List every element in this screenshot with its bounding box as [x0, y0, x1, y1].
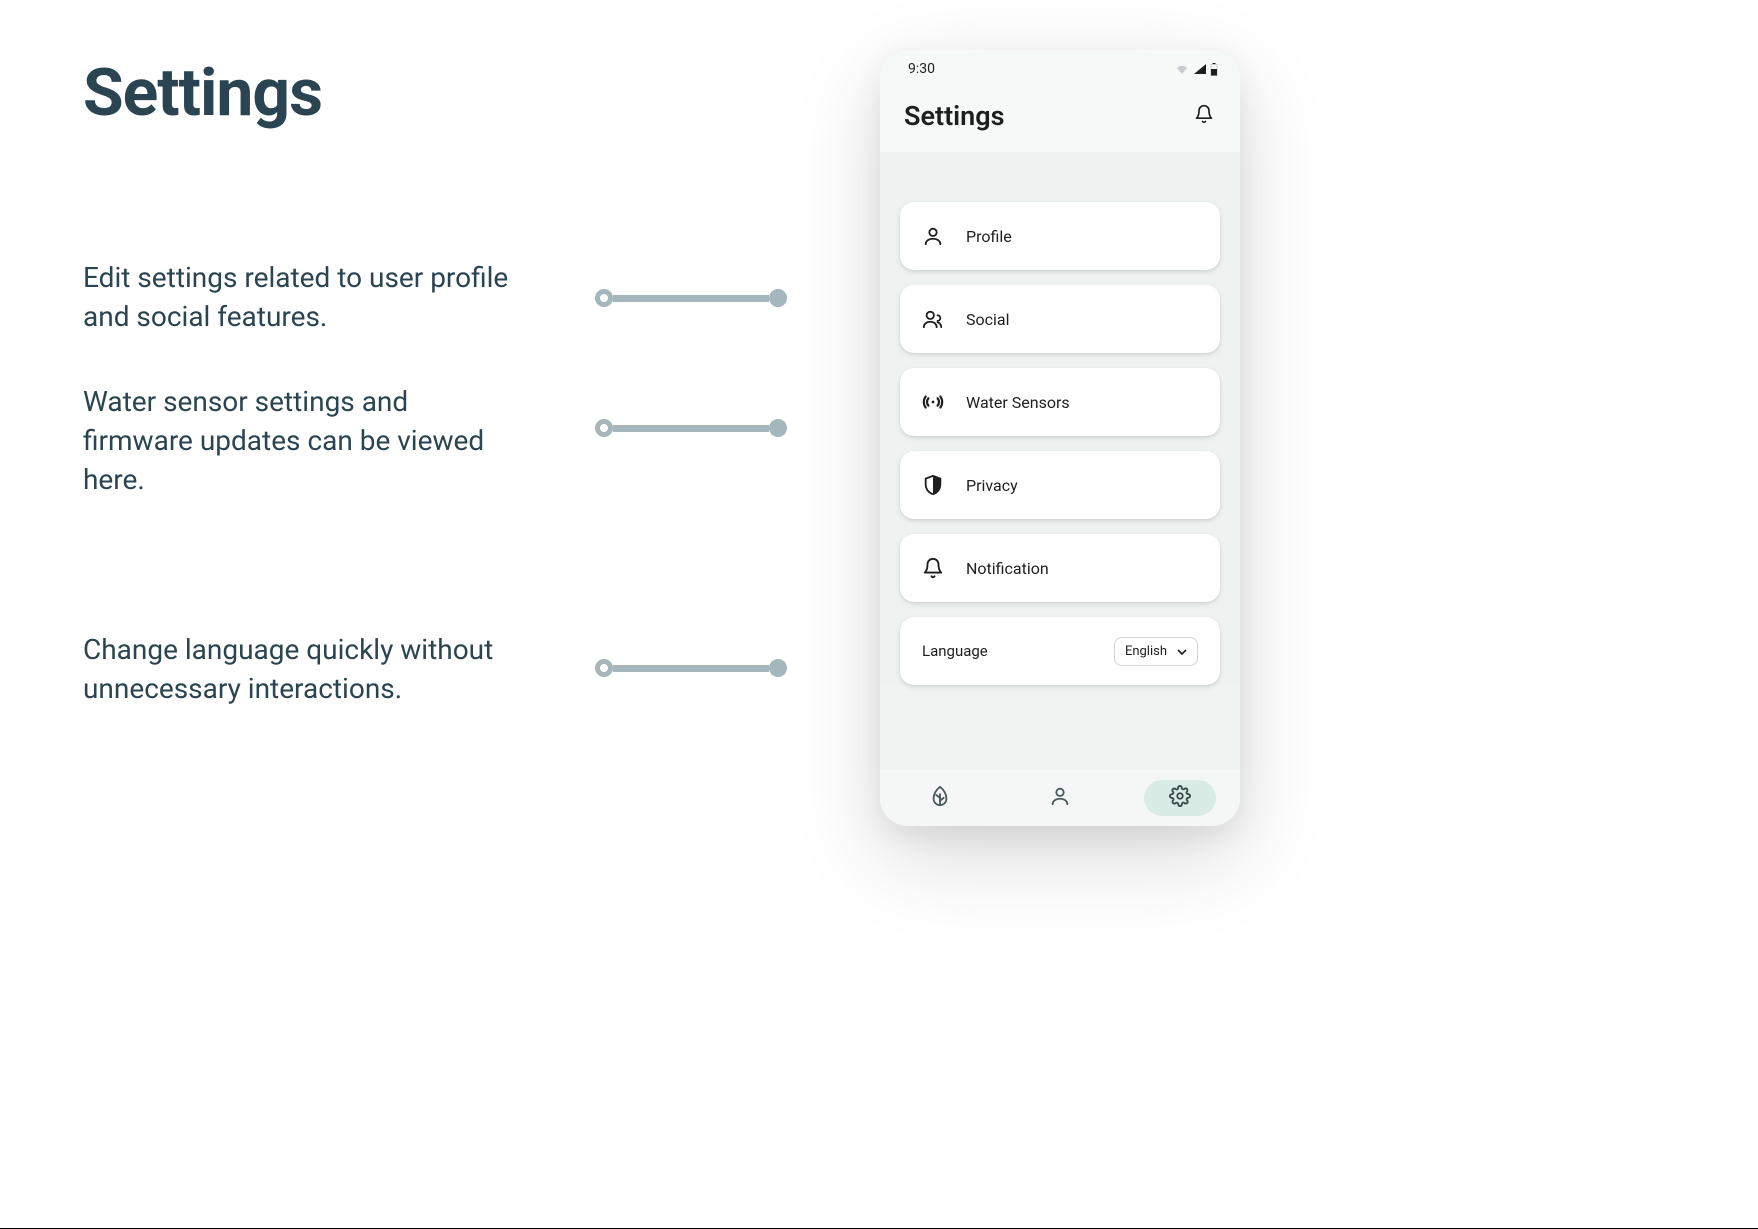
- settings-item-notification[interactable]: Notification: [900, 534, 1220, 602]
- signal-icon: [1193, 63, 1207, 75]
- gear-icon: [1169, 785, 1191, 811]
- description-language: Change language quickly without unnecess…: [83, 630, 513, 708]
- phone-header-title: Settings: [904, 100, 1005, 132]
- nav-settings[interactable]: [1144, 780, 1216, 816]
- settings-list: Profile Social Water Sensors Privacy: [880, 152, 1240, 685]
- settings-item-language: Language English: [900, 617, 1220, 685]
- bell-icon: [922, 557, 944, 579]
- settings-item-label: Privacy: [966, 476, 1018, 495]
- settings-item-water-sensors[interactable]: Water Sensors: [900, 368, 1220, 436]
- bottom-nav: [880, 770, 1240, 826]
- status-time: 9:30: [908, 61, 935, 77]
- shield-icon: [922, 474, 944, 496]
- settings-item-social[interactable]: Social: [900, 285, 1220, 353]
- battery-icon: [1210, 63, 1218, 76]
- language-value: English: [1125, 644, 1167, 659]
- description-profile-social: Edit settings related to user profile an…: [83, 258, 513, 336]
- person-icon: [922, 225, 944, 247]
- connector-line: [595, 660, 787, 676]
- sensor-icon: [922, 391, 944, 413]
- settings-item-privacy[interactable]: Privacy: [900, 451, 1220, 519]
- description-water-sensors: Water sensor settings and firmware updat…: [83, 382, 513, 500]
- settings-item-label: Social: [966, 310, 1009, 329]
- connector-line: [595, 290, 787, 306]
- leaf-icon: [929, 785, 951, 811]
- page-title: Settings: [83, 55, 322, 132]
- bell-icon: [1194, 104, 1214, 128]
- nav-plants[interactable]: [904, 780, 976, 816]
- phone-frame: 9:30 Settings: [880, 50, 1240, 826]
- person-icon: [1049, 785, 1071, 811]
- language-dropdown[interactable]: English: [1114, 637, 1198, 666]
- wifi-icon: [1174, 63, 1190, 75]
- notifications-button[interactable]: [1192, 104, 1216, 128]
- settings-item-label: Notification: [966, 559, 1049, 578]
- settings-item-label: Profile: [966, 227, 1012, 246]
- nav-profile[interactable]: [1024, 780, 1096, 816]
- chevron-down-icon: [1177, 644, 1187, 659]
- settings-item-profile[interactable]: Profile: [900, 202, 1220, 270]
- language-label: Language: [922, 642, 988, 660]
- status-bar: 9:30: [880, 50, 1240, 88]
- connector-line: [595, 420, 787, 436]
- phone-header: Settings: [880, 88, 1240, 152]
- people-icon: [922, 308, 944, 330]
- settings-item-label: Water Sensors: [966, 393, 1070, 412]
